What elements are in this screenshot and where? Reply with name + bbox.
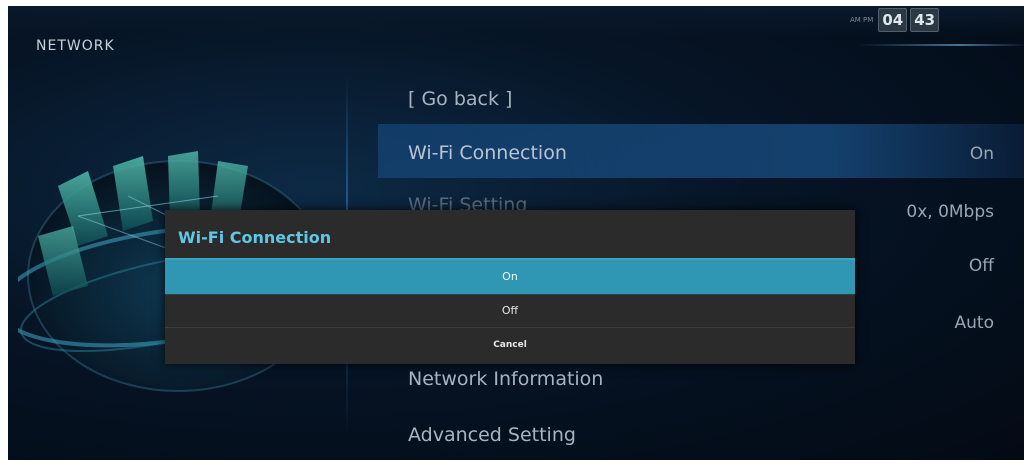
- dialog-option-off[interactable]: Off: [165, 295, 855, 327]
- menu-value-row4: Off: [968, 256, 994, 276]
- clock-hour: 04: [878, 8, 908, 32]
- top-glow-line: [858, 44, 1024, 46]
- section-title: NETWORK: [36, 38, 115, 54]
- wifi-connection-dialog: Wi-Fi Connection On Off Cancel: [165, 210, 855, 364]
- menu-value-wifi-connection: On: [969, 144, 994, 164]
- menu-item-go-back[interactable]: [ Go back ]: [408, 88, 512, 110]
- menu-item-advanced-setting[interactable]: Advanced Setting: [408, 424, 576, 446]
- menu-item-network-information[interactable]: Network Information: [408, 368, 603, 390]
- clock-minute: 43: [910, 8, 940, 32]
- menu-value-wifi-setting: 0x, 0Mbps: [906, 202, 994, 222]
- tv-screen: NETWORK AM PM 04 43 [Go back] Wi-Fi Co…: [8, 6, 1024, 460]
- dialog-option-on[interactable]: On: [165, 260, 855, 294]
- clock: AM PM 04 43: [850, 8, 940, 32]
- menu-item-wifi-connection[interactable]: Wi-Fi Connection: [408, 142, 567, 164]
- dialog-title: Wi-Fi Connection: [178, 228, 332, 247]
- menu-value-row5: Auto: [954, 313, 994, 333]
- dialog-cancel-button[interactable]: Cancel: [165, 328, 855, 362]
- clock-ampm: AM PM: [850, 16, 874, 24]
